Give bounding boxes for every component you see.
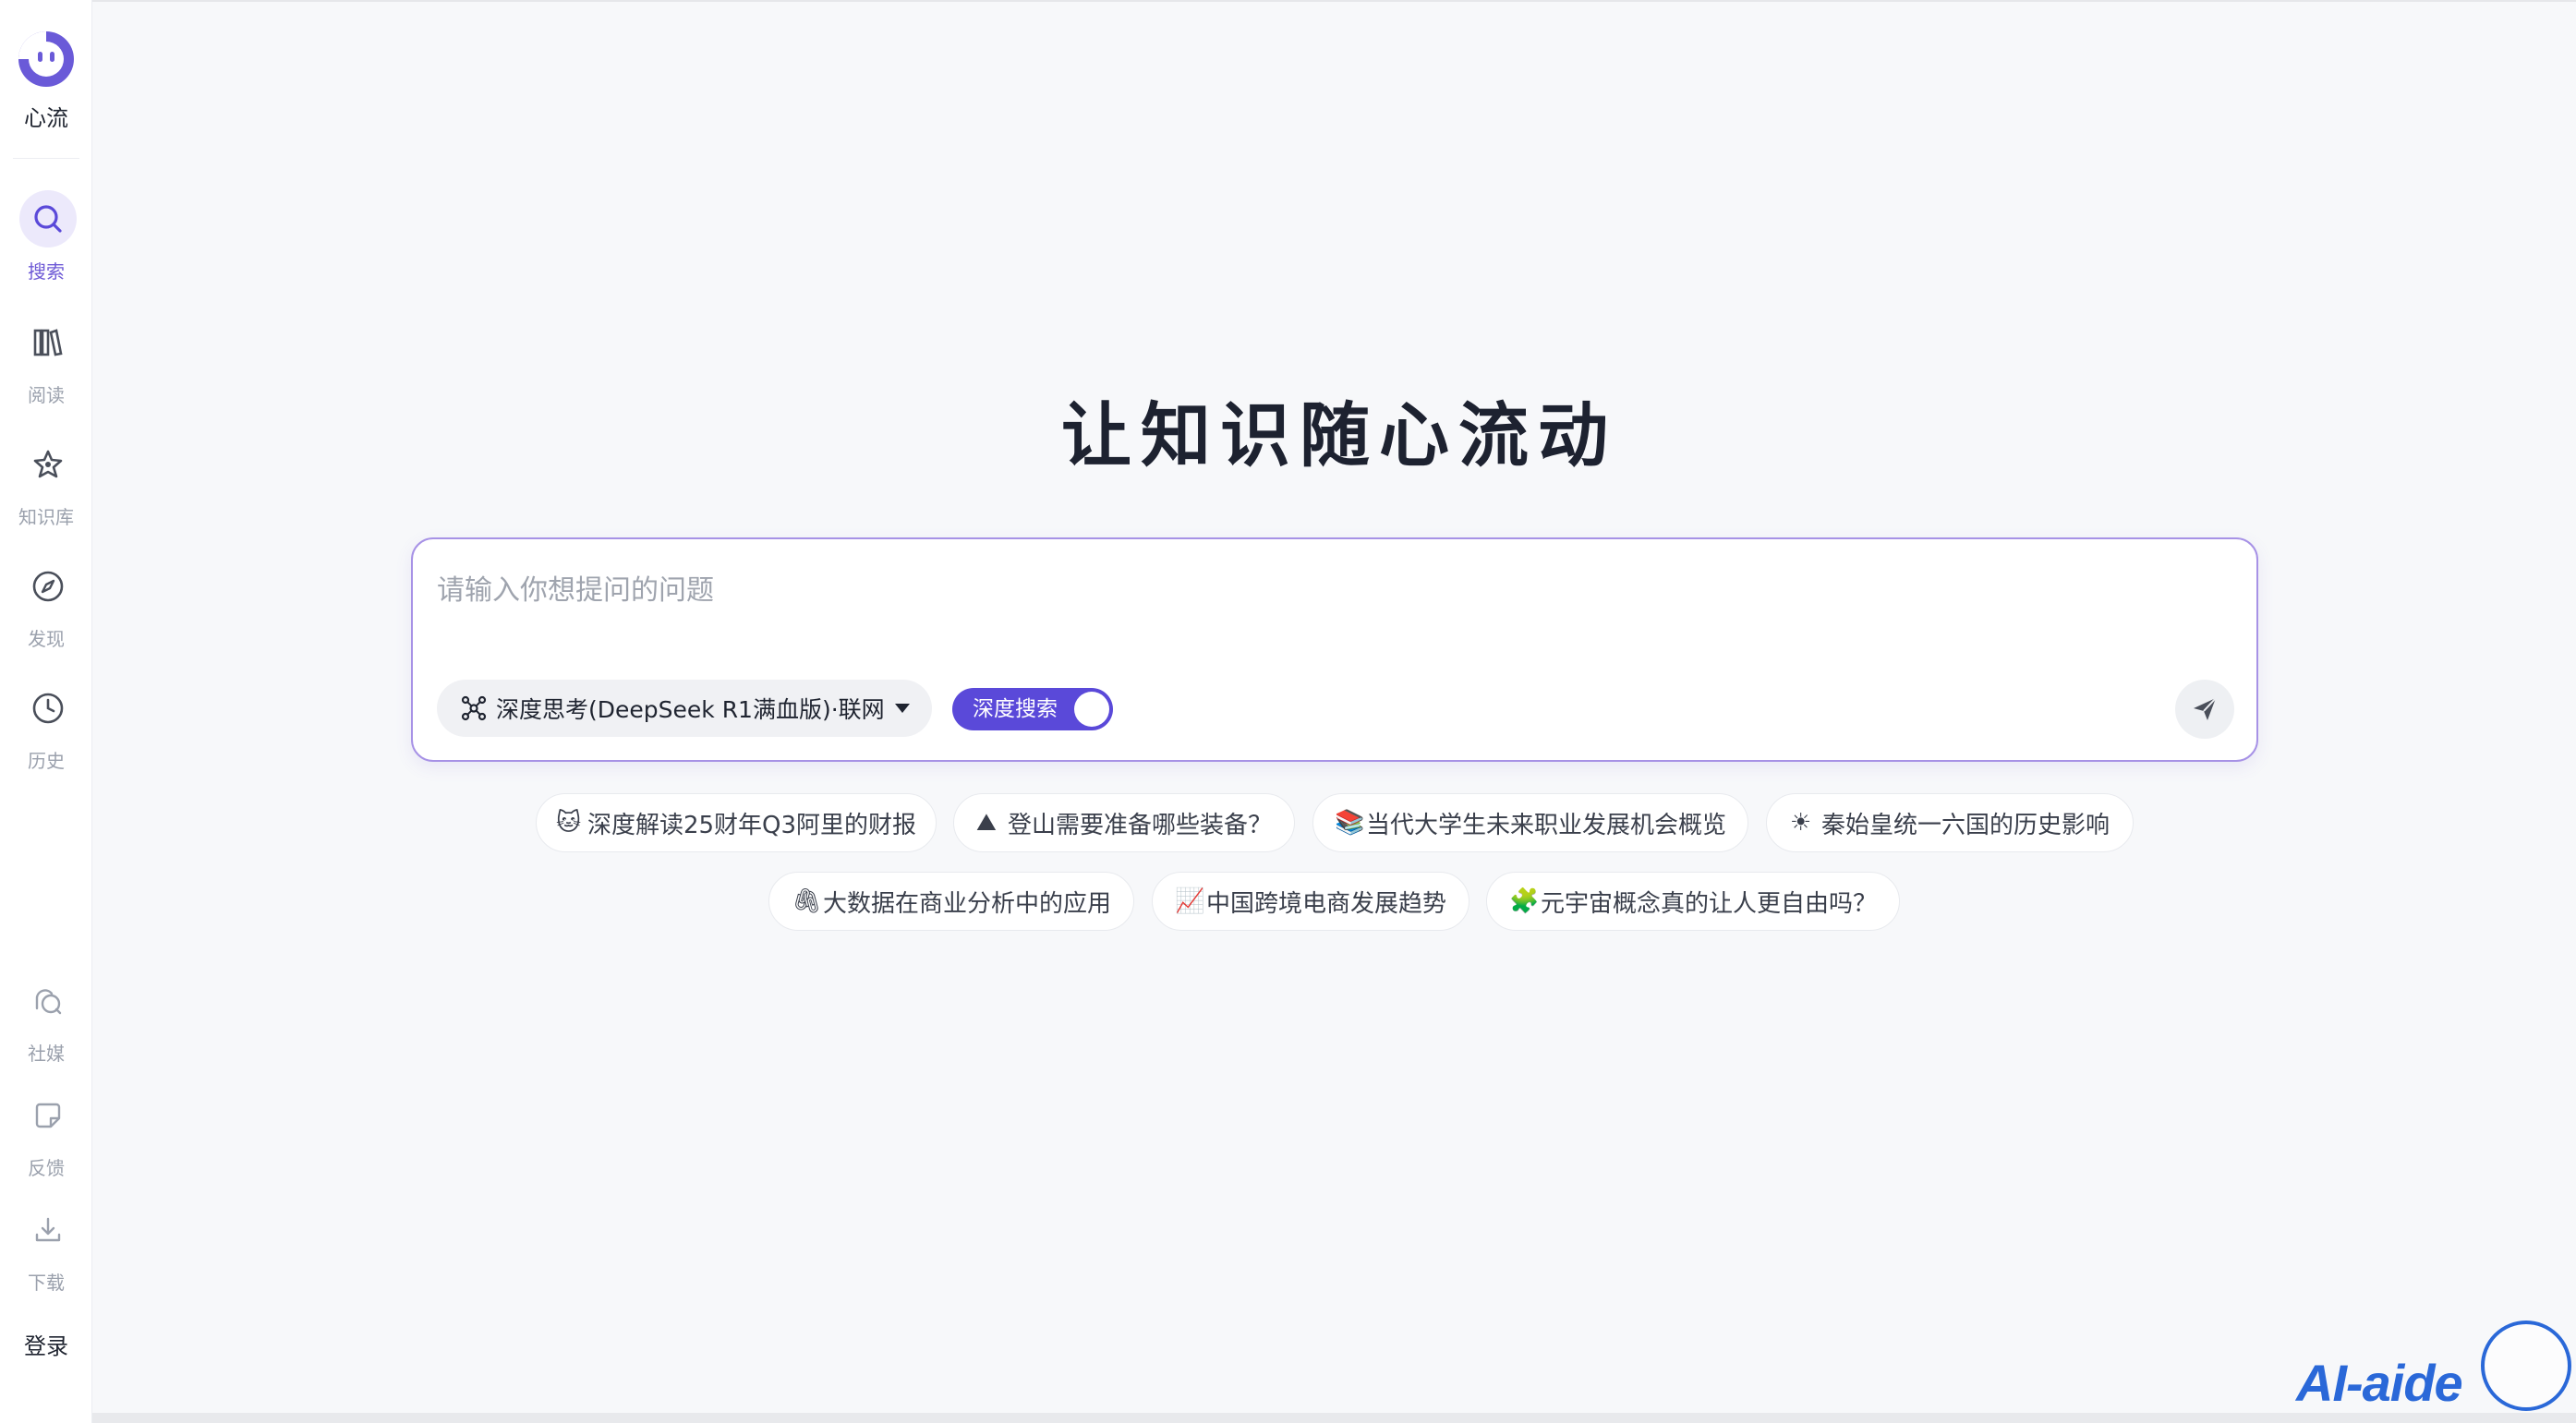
suggestion-chip[interactable]: 🧩 元宇宙概念真的让人更自由吗？ xyxy=(1486,872,1900,931)
social-icon xyxy=(19,972,77,1030)
caret-down-icon xyxy=(894,704,910,713)
model-network-icon xyxy=(461,695,487,721)
cat-emoji-icon: 🐱 xyxy=(555,809,582,837)
deep-search-toggle[interactable]: 深度搜索 xyxy=(952,688,1113,730)
sidebar-item-social[interactable]: 社媒 xyxy=(0,972,92,1074)
toggle-knob xyxy=(1074,692,1109,727)
sidebar-item-label: 阅读 xyxy=(28,384,65,406)
suggestion-text: 大数据在商业分析中的应用 xyxy=(822,889,1111,918)
compass-icon xyxy=(19,558,77,615)
sidebar-item-feedback[interactable]: 反馈 xyxy=(0,1087,92,1188)
sidebar-item-read[interactable]: 阅读 xyxy=(0,314,92,416)
sun-emoji-icon: ☀ xyxy=(1789,809,1812,837)
sidebar-item-label: 历史 xyxy=(28,750,65,772)
suggestion-text: 秦始皇统一六国的历史影响 xyxy=(1820,811,2110,839)
send-button[interactable] xyxy=(2175,680,2234,739)
sidebar-item-search[interactable]: 搜索 xyxy=(0,190,92,292)
model-select-dropdown[interactable]: 深度思考(DeepSeek R1满血版)·联网 xyxy=(437,680,932,737)
suggestion-text: 登山需要准备哪些装备？ xyxy=(1007,811,1272,839)
clock-icon xyxy=(19,680,77,737)
sidebar-item-label: 搜索 xyxy=(28,260,65,283)
books-emoji-icon: 📚 xyxy=(1334,809,1365,837)
app-logo[interactable] xyxy=(15,28,78,90)
watermark-hand-icon xyxy=(2481,1320,2571,1411)
search-icon xyxy=(19,190,77,247)
sidebar-item-label: 发现 xyxy=(28,628,65,650)
watermark-logo: AI-aide xyxy=(2296,1320,2576,1423)
sidebar-item-history[interactable]: 历史 xyxy=(0,680,92,781)
watermark-text: AI-aide xyxy=(2296,1354,2463,1412)
knowledge-icon xyxy=(19,436,77,493)
search-input[interactable] xyxy=(437,567,2192,613)
search-panel: 深度思考(DeepSeek R1满血版)·联网 深度搜索 xyxy=(411,537,2258,762)
sidebar-item-label: 知识库 xyxy=(18,506,74,528)
suggestion-text: 深度解读25财年Q3阿里的财报 xyxy=(587,811,917,839)
suggestion-chip[interactable]: ⛰ 登山需要准备哪些装备？ xyxy=(953,793,1295,852)
send-icon xyxy=(2194,697,2217,720)
horizontal-scrollbar[interactable] xyxy=(92,1413,2576,1423)
suggestion-chip[interactable]: 🐱 深度解读25财年Q3阿里的财报 xyxy=(536,793,937,852)
books-icon xyxy=(19,314,77,371)
sidebar-item-knowledge[interactable]: 知识库 xyxy=(0,436,92,537)
paperclip-emoji-icon: 🖇 xyxy=(791,887,822,915)
sidebar-item-label: 下载 xyxy=(28,1272,65,1294)
sidebar-item-label: 反馈 xyxy=(28,1157,65,1179)
sidebar-item-discover[interactable]: 发现 xyxy=(0,558,92,659)
suggestion-text: 元宇宙概念真的让人更自由吗？ xyxy=(1540,889,1877,918)
sidebar-item-label: 社媒 xyxy=(28,1043,65,1065)
sidebar-item-download[interactable]: 下载 xyxy=(0,1201,92,1303)
model-select-label: 深度思考(DeepSeek R1满血版)·联网 xyxy=(496,696,885,723)
page-title: 让知识随心流动 xyxy=(1061,394,1617,476)
sidebar-divider xyxy=(13,158,79,159)
login-button[interactable]: 登录 xyxy=(0,1328,92,1360)
app-name: 心流 xyxy=(24,105,68,131)
puzzle-emoji-icon: 🧩 xyxy=(1508,887,1540,915)
mountain-emoji-icon: ⛰ xyxy=(975,809,997,837)
suggestion-text: 中国跨境电商发展趋势 xyxy=(1205,889,1446,918)
suggestion-chip[interactable]: 📈 中国跨境电商发展趋势 xyxy=(1152,872,1469,931)
feedback-icon xyxy=(19,1087,77,1144)
suggestion-text: 当代大学生未来职业发展机会概览 xyxy=(1365,811,1726,839)
download-icon xyxy=(19,1201,77,1259)
suggestion-chip[interactable]: 🖇 大数据在商业分析中的应用 xyxy=(768,872,1134,931)
suggestion-chip[interactable]: ☀ 秦始皇统一六国的历史影响 xyxy=(1766,793,2134,852)
window-top-border xyxy=(0,0,2576,2)
deep-search-label: 深度搜索 xyxy=(973,697,1058,721)
chart-emoji-icon: 📈 xyxy=(1174,887,1205,915)
sidebar: 心流 搜索 阅读 知识库 发现 历史 社媒 反馈 下载 登录 xyxy=(0,0,92,1423)
suggestion-chip[interactable]: 📚 当代大学生未来职业发展机会概览 xyxy=(1312,793,1748,852)
